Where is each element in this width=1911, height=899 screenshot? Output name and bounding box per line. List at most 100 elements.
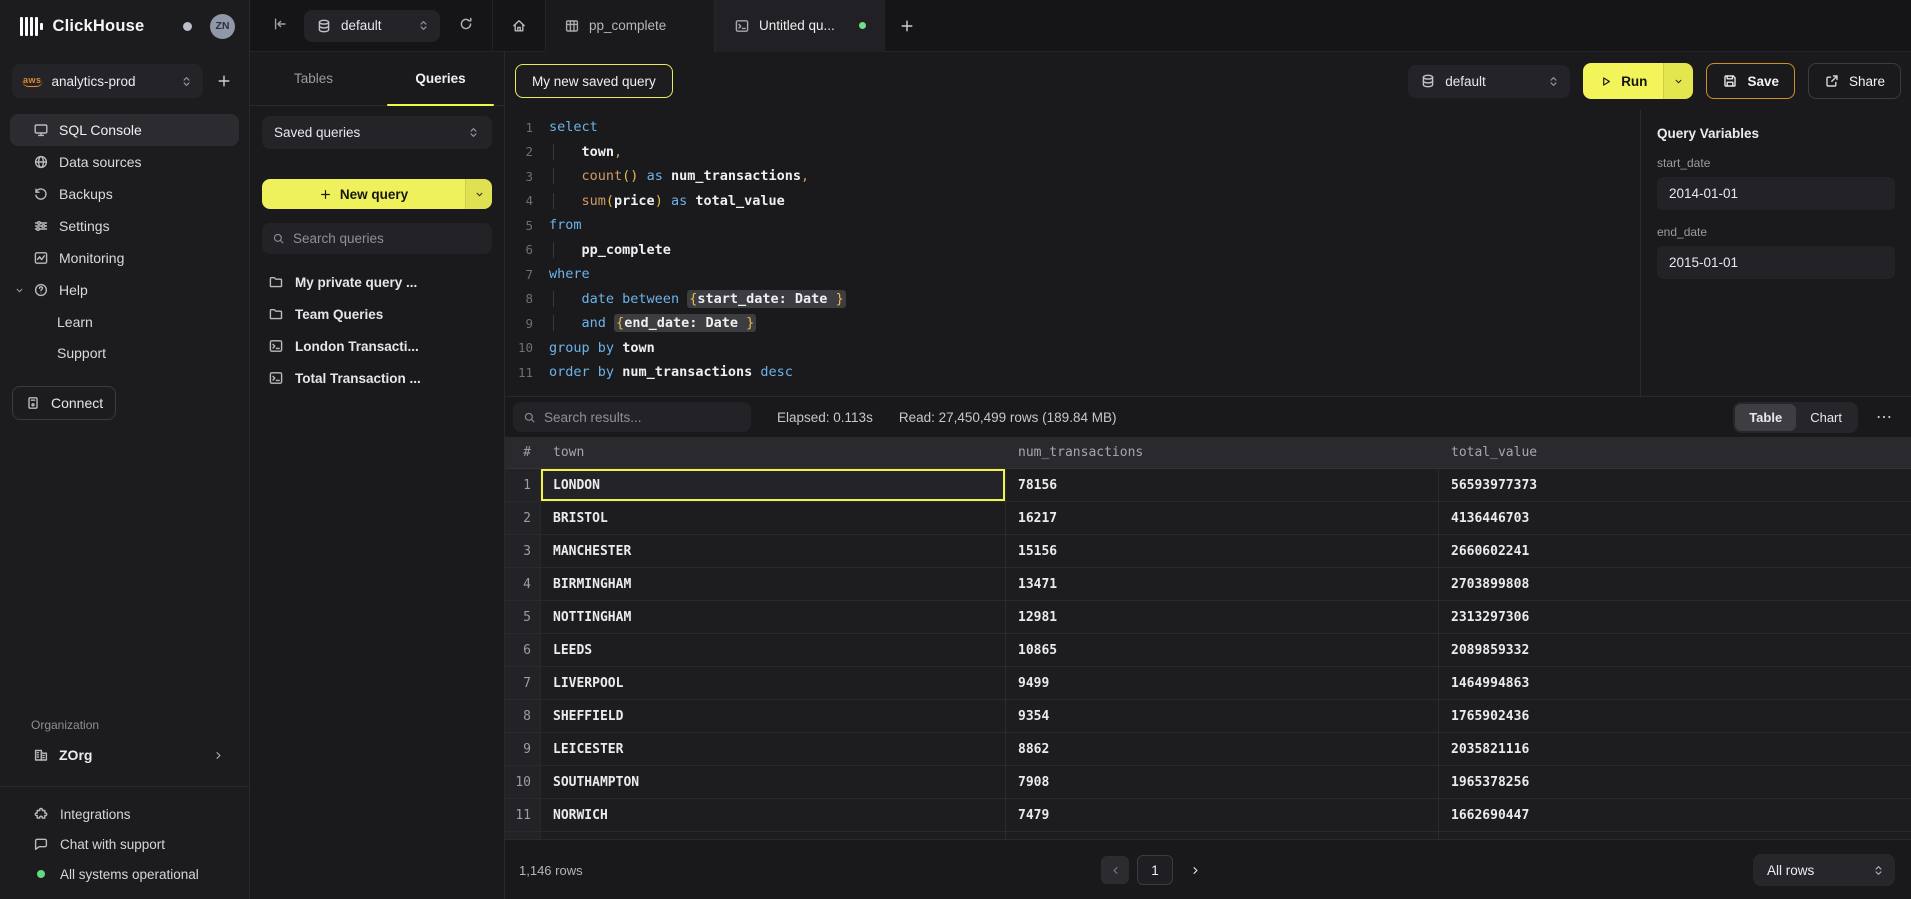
- view-toggle-table[interactable]: Table: [1735, 404, 1796, 431]
- tab-tables[interactable]: Tables: [250, 52, 377, 105]
- table-cell[interactable]: 7908: [1006, 766, 1439, 798]
- table-cell[interactable]: 11: [505, 799, 541, 831]
- code-line[interactable]: 7where: [505, 262, 1640, 287]
- sidebar-item-settings[interactable]: Settings: [10, 210, 239, 242]
- saved-queries-selector[interactable]: Saved queries: [262, 116, 492, 149]
- refresh-button[interactable]: [458, 16, 474, 35]
- organization-selector[interactable]: ZOrg: [10, 738, 239, 772]
- column-header-#[interactable]: #: [505, 437, 541, 468]
- table-cell[interactable]: 8862: [1006, 733, 1439, 765]
- table-cell[interactable]: NORWICH: [541, 799, 1006, 831]
- sidebar-item-data-sources[interactable]: Data sources: [10, 146, 239, 178]
- table-cell[interactable]: 1: [505, 469, 541, 501]
- table-cell-selected[interactable]: LONDON: [541, 469, 1006, 501]
- table-cell[interactable]: BRISTOL: [541, 502, 1006, 534]
- table-cell[interactable]: 12981: [1006, 601, 1439, 633]
- sidebar-item-support[interactable]: Support: [10, 337, 239, 368]
- table-cell[interactable]: MANCHESTER: [541, 535, 1006, 567]
- new-tab-button[interactable]: [885, 0, 929, 52]
- sidebar-item-chat-with-support[interactable]: Chat with support: [0, 829, 249, 859]
- page-number-input[interactable]: [1137, 855, 1173, 885]
- view-toggle-chart[interactable]: Chart: [1796, 404, 1856, 431]
- run-button[interactable]: Run: [1583, 63, 1663, 99]
- table-cell[interactable]: LEICESTER: [541, 733, 1006, 765]
- table-cell[interactable]: 8: [505, 700, 541, 732]
- tab-queries[interactable]: Queries: [377, 52, 504, 105]
- query-parameter-chip[interactable]: {end_date: Date }: [614, 314, 756, 332]
- table-cell[interactable]: 5: [505, 601, 541, 633]
- code-line[interactable]: 3 count() as num_transactions,: [505, 164, 1640, 189]
- table-cell[interactable]: 2313297306: [1439, 601, 1911, 633]
- topbar-database-selector[interactable]: default: [304, 10, 440, 42]
- table-cell[interactable]: 2035821116: [1439, 733, 1911, 765]
- table-cell[interactable]: 9499: [1006, 667, 1439, 699]
- notification-dot[interactable]: [183, 22, 192, 31]
- saved-query-tab[interactable]: My new saved query: [515, 64, 673, 98]
- new-query-menu-button[interactable]: [465, 179, 492, 209]
- table-cell[interactable]: 9354: [1006, 700, 1439, 732]
- column-header-total_value[interactable]: total_value: [1439, 437, 1911, 468]
- sidebar-item-help[interactable]: Help: [10, 274, 239, 306]
- saved-query-item[interactable]: Team Queries: [262, 298, 492, 330]
- workspace-selector[interactable]: aws analytics-prod: [12, 64, 203, 98]
- table-cell[interactable]: 13471: [1006, 568, 1439, 600]
- sidebar-item-system-status[interactable]: All systems operational: [0, 859, 249, 889]
- share-button[interactable]: Share: [1808, 63, 1901, 99]
- tab-untitled-query[interactable]: Untitled qu...: [715, 0, 885, 52]
- code-line[interactable]: 8 date between {start_date: Date }: [505, 287, 1640, 312]
- table-cell[interactable]: LIVERPOOL: [541, 667, 1006, 699]
- table-cell[interactable]: 1662690447: [1439, 799, 1911, 831]
- table-cell[interactable]: SOUTHAMPTON: [541, 766, 1006, 798]
- table-cell[interactable]: LEEDS: [541, 634, 1006, 666]
- table-cell[interactable]: 1765902436: [1439, 700, 1911, 732]
- add-service-button[interactable]: [211, 68, 237, 94]
- page-size-selector[interactable]: All rows: [1753, 854, 1895, 886]
- previous-page-button[interactable]: [1101, 856, 1129, 884]
- table-cell[interactable]: 15156: [1006, 535, 1439, 567]
- sidebar-item-integrations[interactable]: Integrations: [0, 799, 249, 829]
- code-line[interactable]: 2 town,: [505, 140, 1640, 165]
- chevron-down-icon[interactable]: [14, 285, 25, 296]
- table-cell[interactable]: 10865: [1006, 634, 1439, 666]
- tab-pp-complete[interactable]: pp_complete: [545, 0, 715, 52]
- table-cell[interactable]: 3: [505, 535, 541, 567]
- home-button[interactable]: [493, 0, 545, 52]
- saved-query-item[interactable]: My private query ...: [262, 266, 492, 298]
- table-cell[interactable]: 6: [505, 634, 541, 666]
- column-header-town[interactable]: town: [541, 437, 1006, 468]
- search-results-input[interactable]: [544, 410, 741, 425]
- table-cell[interactable]: 78156: [1006, 469, 1439, 501]
- connect-button[interactable]: Connect: [12, 386, 116, 420]
- table-cell[interactable]: NOTTINGHAM: [541, 601, 1006, 633]
- code-line[interactable]: 9 and {end_date: Date }: [505, 311, 1640, 336]
- table-cell[interactable]: 9: [505, 733, 541, 765]
- column-header-num_transactions[interactable]: num_transactions: [1006, 437, 1439, 468]
- table-cell[interactable]: 10: [505, 766, 541, 798]
- sidebar-item-monitoring[interactable]: Monitoring: [10, 242, 239, 274]
- query-parameter-chip[interactable]: {start_date: Date }: [687, 290, 845, 308]
- code-line[interactable]: 4 sum(price) as total_value: [505, 189, 1640, 214]
- code-line[interactable]: 5from: [505, 213, 1640, 238]
- code-line[interactable]: 1select: [505, 115, 1640, 140]
- code-line[interactable]: 10group by town: [505, 336, 1640, 361]
- table-cell[interactable]: 2089859332: [1439, 634, 1911, 666]
- table-cell[interactable]: 56593977373: [1439, 469, 1911, 501]
- new-query-button[interactable]: New query: [262, 179, 465, 209]
- table-cell[interactable]: 2703899808: [1439, 568, 1911, 600]
- variable-input-start_date[interactable]: [1657, 177, 1895, 210]
- editor-database-selector[interactable]: default: [1408, 65, 1570, 98]
- sidebar-item-sql-console[interactable]: SQL Console: [10, 114, 239, 146]
- run-options-button[interactable]: [1663, 63, 1693, 99]
- table-cell[interactable]: BIRMINGHAM: [541, 568, 1006, 600]
- collapse-sidebar-button[interactable]: [272, 16, 288, 35]
- table-cell[interactable]: 2: [505, 502, 541, 534]
- code-line[interactable]: 11order by num_transactions desc: [505, 360, 1640, 385]
- table-cell[interactable]: 7: [505, 667, 541, 699]
- next-page-button[interactable]: [1181, 856, 1209, 884]
- table-cell[interactable]: 1965378256: [1439, 766, 1911, 798]
- saved-query-item[interactable]: London Transacti...: [262, 330, 492, 362]
- code-line[interactable]: 6 pp_complete: [505, 238, 1640, 263]
- table-cell[interactable]: 2660602241: [1439, 535, 1911, 567]
- sidebar-item-backups[interactable]: Backups: [10, 178, 239, 210]
- user-avatar[interactable]: ZN: [210, 14, 235, 39]
